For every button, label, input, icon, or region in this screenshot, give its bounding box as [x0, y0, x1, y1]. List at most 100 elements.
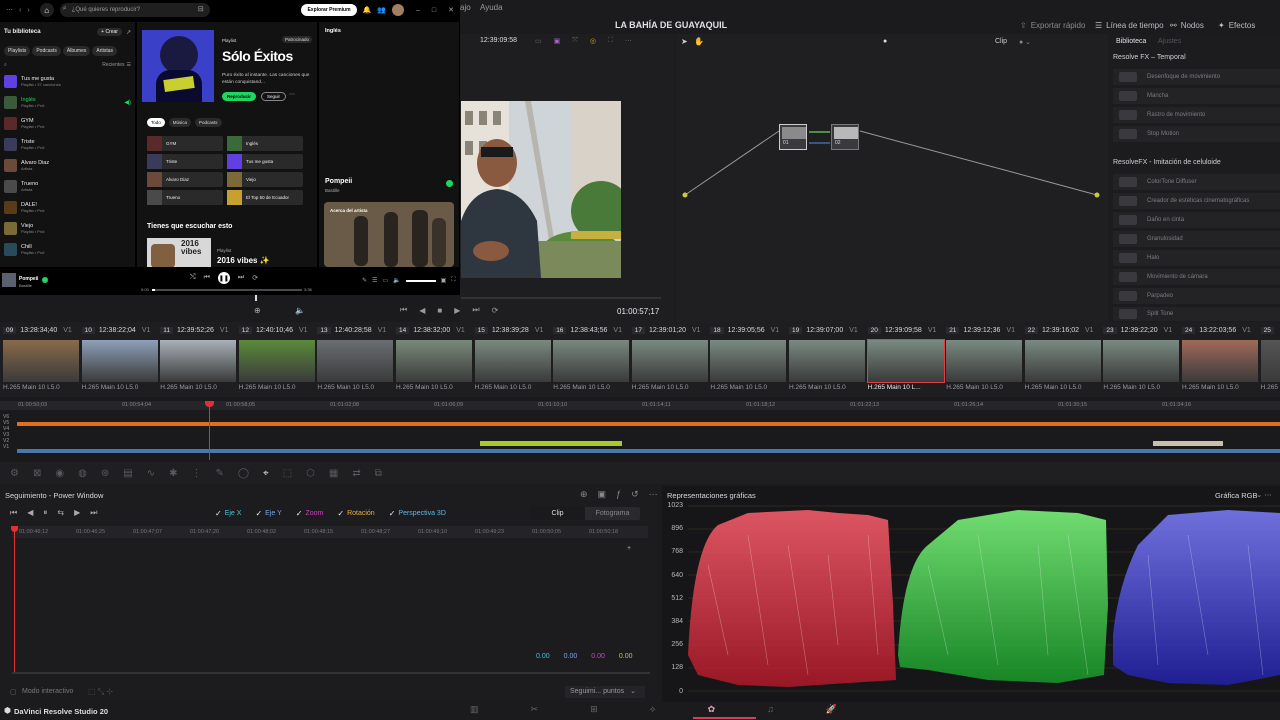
notification-icon[interactable]: 🔔 — [363, 6, 372, 14]
step-back-icon[interactable]: ◀ — [419, 306, 425, 315]
viewer-qualifier-icon[interactable]: ◎ — [590, 37, 596, 47]
viewer-mode-icon[interactable]: ▣ — [554, 37, 561, 47]
curves-icon[interactable]: ∿ — [147, 468, 155, 479]
library-item[interactable]: DALE! Playlist • Pról — [4, 197, 131, 218]
home-icon[interactable]: ⌂ — [39, 3, 54, 17]
playhead[interactable] — [209, 402, 210, 460]
clip-thumbnail[interactable] — [1024, 340, 1101, 382]
library-title[interactable]: Tu biblioteca — [4, 29, 97, 35]
hdr-icon[interactable]: ◍ — [78, 468, 87, 479]
fx-item[interactable]: Stop Motion — [1113, 126, 1280, 142]
timeline-ruler[interactable] — [0, 401, 1280, 410]
saved-check-icon[interactable] — [446, 180, 453, 187]
fusion-page-icon[interactable]: ⟡ — [650, 704, 656, 715]
clip-thumbnail[interactable] — [1260, 340, 1280, 382]
now-artist[interactable]: Bastille — [19, 283, 32, 288]
tracker-reset-icon[interactable]: ↺ — [631, 489, 639, 500]
miniplayer-icon[interactable]: ▣ — [441, 277, 447, 284]
previous-icon[interactable]: ⏮ — [204, 274, 210, 282]
blur-icon[interactable]: ⬡ — [306, 468, 315, 479]
sort-recent[interactable]: Recientes — [102, 62, 124, 68]
rec-cover[interactable]: 2016 vibes — [147, 238, 211, 267]
filter-podcasts[interactable]: Podcasts — [195, 118, 222, 127]
color-wheels-icon[interactable]: ◉ — [55, 468, 64, 479]
chip-podcasts[interactable]: Podcasts — [32, 46, 61, 56]
tracker-more-icon[interactable]: ⋯ — [649, 489, 658, 500]
playlist-cover[interactable] — [142, 30, 214, 102]
volume-speaker-icon[interactable]: 🔈 — [393, 277, 400, 284]
list-icon[interactable]: ☰ — [127, 62, 131, 68]
progress-bar[interactable] — [152, 289, 302, 291]
skip-start-icon[interactable]: ⏮ — [400, 305, 407, 315]
fx-item[interactable]: ColorTone Diffuser — [1113, 174, 1280, 190]
shuffle-icon[interactable]: ⤭ — [190, 274, 196, 282]
library-item[interactable]: Alvaro Diaz Artista — [4, 155, 131, 176]
next-icon[interactable]: ⏭ — [238, 274, 244, 282]
repeat-icon[interactable]: ⟳ — [252, 274, 258, 282]
clip-thumbnail[interactable] — [396, 340, 472, 382]
back-icon[interactable]: ‹ — [19, 7, 21, 14]
shortcut-card[interactable]: GYM — [147, 136, 223, 151]
tracker-fx-icon[interactable]: ƒ — [616, 489, 621, 500]
node-01[interactable]: 01 — [779, 124, 807, 150]
chip-playlists[interactable]: Playlists — [4, 46, 31, 56]
check-eje-y[interactable]: ✓ Eje Y — [255, 509, 281, 518]
quick-export-button[interactable]: ⇪ Exportar rápido — [1020, 18, 1085, 32]
fx-item[interactable]: Split Tone — [1113, 307, 1280, 321]
tracker-icon[interactable]: ⌖ — [263, 468, 269, 479]
filter-music[interactable]: Música — [168, 118, 192, 127]
library-item[interactable]: Inglés Playlist • Pról ◀) — [4, 92, 131, 113]
premium-button[interactable]: Explorar Premium — [301, 4, 357, 16]
library-item[interactable]: Trueno Artista — [4, 176, 131, 197]
node-02[interactable]: 02 — [831, 124, 859, 150]
fx-item[interactable]: Desenfoque de movimiento — [1113, 69, 1280, 85]
queue-icon[interactable]: ☰ — [372, 277, 377, 284]
shortcut-card[interactable]: Alvaro Diaz — [147, 172, 223, 187]
track-forward-icon[interactable]: ▶ — [74, 508, 80, 518]
track-type-dropdown[interactable]: Seguimi... puntos ⌄ — [565, 686, 645, 698]
viewer-more-icon[interactable]: ⋯ — [625, 37, 632, 47]
expand-icon[interactable]: ↗ — [126, 29, 131, 36]
tab-settings[interactable]: Ajustes — [1158, 38, 1181, 45]
clip-thumbnail[interactable] — [1103, 340, 1180, 382]
play-icon[interactable]: ▶ — [454, 306, 460, 315]
menu-partial[interactable]: ajo — [460, 3, 471, 12]
now-saved-icon[interactable] — [42, 277, 48, 283]
library-item[interactable]: Viejo Playlist • Pról — [4, 218, 131, 239]
device-icon[interactable]: ▭ — [382, 277, 388, 284]
effects-button[interactable]: ✦ Efectos — [1218, 18, 1255, 32]
motion-effects-icon[interactable]: ▤ — [123, 468, 132, 479]
loop-icon[interactable]: ⟳ — [492, 306, 499, 315]
more-icon[interactable]: ⋯ — [6, 6, 13, 14]
clip-thumbnail[interactable] — [866, 339, 945, 383]
chip-artists[interactable]: Artistas — [92, 46, 118, 56]
clip-thumbnail[interactable] — [946, 340, 1023, 382]
qualifier-icon[interactable]: ⋮ — [191, 468, 201, 479]
clip-thumbnail[interactable] — [710, 340, 787, 382]
window-icon[interactable]: ◯ — [238, 468, 249, 479]
skip-end-icon[interactable]: ⏭ — [472, 305, 479, 315]
track-reverse-icon[interactable]: ◀ — [27, 508, 33, 518]
tracker-mode-icon[interactable]: ⊕ — [580, 489, 588, 500]
viewer-fullscreen-icon[interactable]: ⛶ — [608, 37, 613, 47]
adjustment-clip[interactable] — [480, 441, 622, 446]
browse-icon[interactable]: ⊟ — [198, 5, 204, 13]
clip-thumbnail[interactable] — [160, 340, 237, 382]
library-item[interactable]: Chill Playlist • Pról — [4, 239, 131, 260]
edit-page-icon[interactable]: ⊞ — [590, 704, 598, 715]
menu-help[interactable]: Ayuda — [480, 3, 503, 12]
avatar[interactable] — [391, 4, 404, 16]
library-item[interactable]: Triste Playlist • Pról — [4, 134, 131, 155]
audio-track-bar[interactable] — [17, 422, 1280, 426]
timeline-button[interactable]: ☰ Línea de tiempo — [1095, 18, 1164, 32]
lyrics-icon[interactable]: ✎ — [362, 277, 367, 284]
stop-icon[interactable]: ■ — [437, 306, 442, 315]
fx-item[interactable]: Halo — [1113, 250, 1280, 266]
shortcut-card[interactable]: Inglés — [227, 136, 303, 151]
eyedropper-icon[interactable]: ✎ — [215, 468, 223, 479]
tracker-playhead[interactable] — [14, 530, 15, 674]
tracker-frame-icon[interactable]: ▣ — [598, 489, 607, 500]
playlist-more-icon[interactable]: ⋯ — [289, 91, 295, 98]
video-track-bar[interactable] — [17, 449, 1280, 453]
sizing-icon[interactable]: ⇄ — [352, 468, 360, 479]
